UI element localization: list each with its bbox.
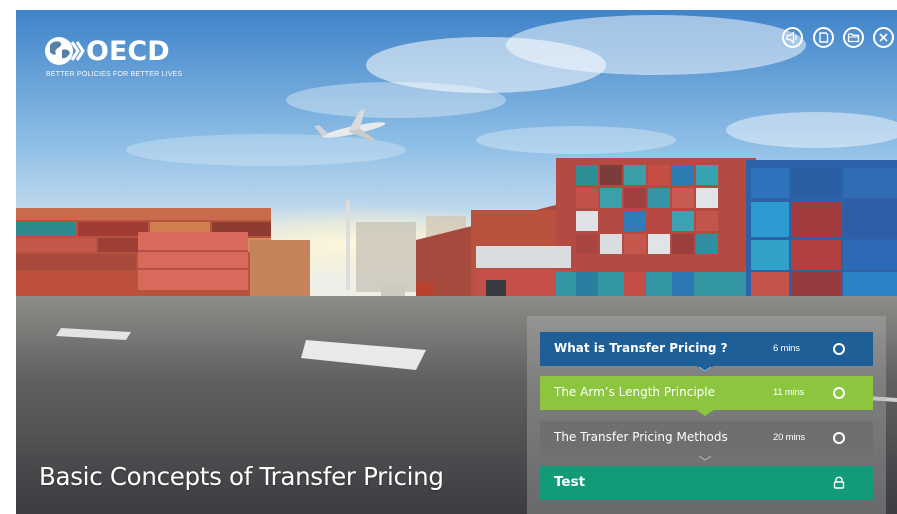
circle-icon (833, 343, 845, 355)
oecd-logo (44, 36, 86, 72)
module-item-transfer-pricing-methods[interactable]: The Transfer Pricing Methods 20 mins (540, 421, 873, 461)
module-menu: What is Transfer Pricing ? 6 mins The Ar… (527, 316, 886, 514)
circle-icon (833, 387, 845, 399)
audio-button[interactable] (782, 27, 803, 48)
blue-containers (746, 160, 897, 305)
module-item-arms-length-principle[interactable]: The Arm’s Length Principle 11 mins (540, 376, 873, 416)
course-title: Basic Concepts of Transfer Pricing (39, 462, 444, 491)
close-icon (879, 33, 888, 42)
module-duration: 11 mins (773, 387, 805, 398)
close-button[interactable] (873, 27, 894, 48)
chevron-down-icon (695, 365, 715, 372)
chevron-down-icon (695, 409, 715, 416)
folder-icon (847, 33, 860, 43)
left-containers (16, 208, 310, 298)
module-label: The Transfer Pricing Methods (554, 430, 728, 444)
module-duration: 6 mins (773, 343, 800, 354)
folder-button[interactable] (843, 27, 864, 48)
notes-button[interactable] (813, 27, 834, 48)
module-label: Test (554, 474, 586, 490)
circle-icon (833, 432, 845, 444)
brand-name: OECD (86, 36, 170, 67)
globe-icon (45, 37, 85, 65)
module-label: What is Transfer Pricing ? (554, 341, 728, 355)
module-label: The Arm’s Length Principle (554, 385, 716, 399)
module-item-test[interactable]: Test (540, 466, 873, 500)
chevron-down-icon (695, 454, 715, 461)
brand-tagline: BETTER POLICIES FOR BETTER LIVES (46, 71, 183, 78)
module-item-what-is-transfer-pricing[interactable]: What is Transfer Pricing ? 6 mins (540, 332, 873, 372)
course-splash: OECD BETTER POLICIES FOR BETTER LIVES Ba… (16, 10, 897, 514)
module-duration: 20 mins (773, 432, 805, 443)
notes-icon (819, 32, 829, 43)
lock-icon (833, 476, 845, 489)
audio-icon (786, 31, 797, 44)
